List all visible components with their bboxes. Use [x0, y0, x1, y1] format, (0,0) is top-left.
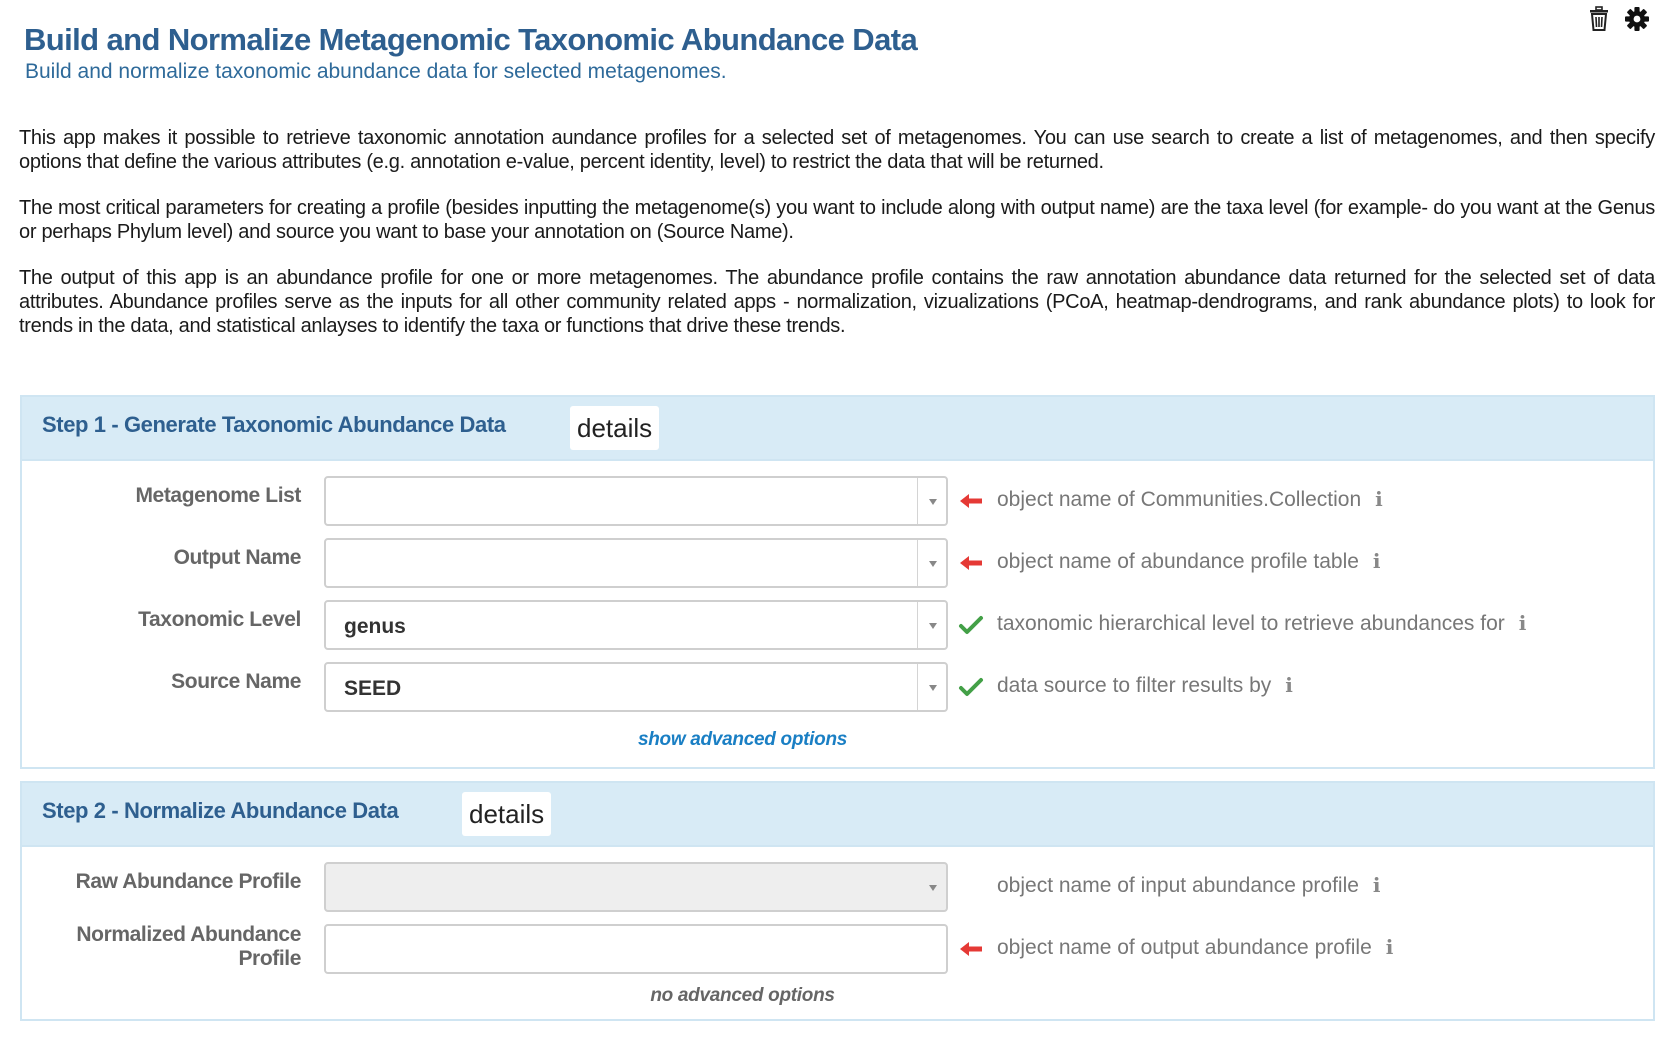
field-row-output-name: Output Name object name of abundance pro…	[22, 538, 1653, 588]
page-subtitle: Build and normalize taxonomic abundance …	[25, 60, 727, 83]
field-hint: object name of output abundance profile i	[997, 935, 1394, 959]
field-hint: object name of Communities.Collection i	[997, 487, 1383, 511]
info-icon[interactable]: i	[1373, 873, 1381, 897]
info-icon[interactable]: i	[1519, 611, 1527, 635]
field-label: Normalized Abundance Profile	[76, 923, 301, 970]
required-arrow-icon	[958, 490, 984, 512]
field-hint: object name of input abundance profile i	[997, 873, 1381, 897]
description-paragraph: The output of this app is an abundance p…	[19, 267, 1655, 337]
show-advanced-options-link[interactable]: show advanced options	[0, 729, 1558, 751]
step2-panel: Step 2 - Normalize Abundance Data detail…	[20, 781, 1655, 1021]
field-row-normalized-abundance-profile: Normalized Abundance Profile object name…	[22, 923, 1653, 974]
chevron-down-icon	[929, 499, 937, 505]
dropdown-toggle[interactable]	[917, 664, 946, 710]
field-label: Output Name	[173, 546, 302, 569]
info-icon[interactable]: i	[1386, 935, 1394, 959]
step2-header: Step 2 - Normalize Abundance Data detail…	[22, 783, 1653, 847]
field-hint: data source to filter results by i	[997, 673, 1293, 697]
dropdown-toggle[interactable]	[917, 540, 946, 586]
dropdown-toggle[interactable]	[918, 864, 946, 910]
normalized-abundance-profile-input[interactable]	[324, 924, 948, 974]
step1-header: Step 1 - Generate Taxonomic Abundance Da…	[22, 397, 1653, 461]
chevron-down-icon	[929, 685, 937, 691]
page-title: Build and Normalize Metagenomic Taxonomi…	[24, 22, 918, 57]
field-value: SEED	[344, 677, 402, 700]
valid-check-icon	[958, 614, 984, 636]
field-label: Source Name	[171, 670, 301, 693]
gear-icon[interactable]	[1624, 6, 1650, 32]
required-arrow-icon	[958, 552, 984, 574]
field-value: genus	[344, 615, 406, 638]
field-row-taxonomic-level: Taxonomic Level genus taxonomic hierarch…	[22, 600, 1653, 650]
taxonomic-level-select[interactable]: genus	[324, 600, 948, 650]
field-row-metagenome-list: Metagenome List object name of Communiti…	[22, 476, 1653, 526]
valid-check-icon	[958, 676, 984, 698]
info-icon[interactable]: i	[1373, 549, 1381, 573]
info-icon[interactable]: i	[1285, 673, 1293, 697]
field-label: Metagenome List	[135, 484, 301, 507]
field-row-source-name: Source Name SEED data source to filter r…	[22, 662, 1653, 712]
step1-title: Step 1 - Generate Taxonomic Abundance Da…	[42, 412, 506, 437]
source-name-select[interactable]: SEED	[324, 662, 948, 712]
chevron-down-icon	[929, 885, 937, 891]
field-hint: object name of abundance profile table i	[997, 549, 1381, 573]
step2-details-button[interactable]: details	[462, 792, 552, 836]
step1-panel: Step 1 - Generate Taxonomic Abundance Da…	[20, 395, 1655, 769]
chevron-down-icon	[929, 623, 937, 629]
description-paragraph: This app makes it possible to retrieve t…	[19, 127, 1655, 173]
description-paragraph: The most critical parameters for creatin…	[19, 197, 1655, 243]
app-description: This app makes it possible to retrieve t…	[19, 126, 1655, 360]
raw-abundance-profile-select[interactable]	[324, 862, 948, 912]
metagenome-list-select[interactable]	[324, 476, 948, 526]
no-advanced-options-label: no advanced options	[650, 985, 835, 1006]
field-label: Raw Abundance Profile	[75, 870, 302, 893]
output-name-select[interactable]	[324, 538, 948, 588]
chevron-down-icon	[929, 561, 937, 567]
dropdown-toggle[interactable]	[917, 478, 946, 524]
dropdown-toggle[interactable]	[917, 602, 946, 648]
field-hint: taxonomic hierarchical level to retrieve…	[997, 611, 1527, 635]
field-row-raw-abundance-profile: Raw Abundance Profile object name of inp…	[22, 862, 1653, 912]
required-arrow-icon	[958, 938, 984, 960]
field-label: Taxonomic Level	[138, 608, 301, 631]
info-icon[interactable]: i	[1375, 487, 1383, 511]
top-icons	[1588, 6, 1650, 32]
trash-icon[interactable]	[1588, 6, 1610, 32]
step2-title: Step 2 - Normalize Abundance Data	[42, 798, 399, 823]
step1-details-button[interactable]: details	[570, 406, 660, 450]
